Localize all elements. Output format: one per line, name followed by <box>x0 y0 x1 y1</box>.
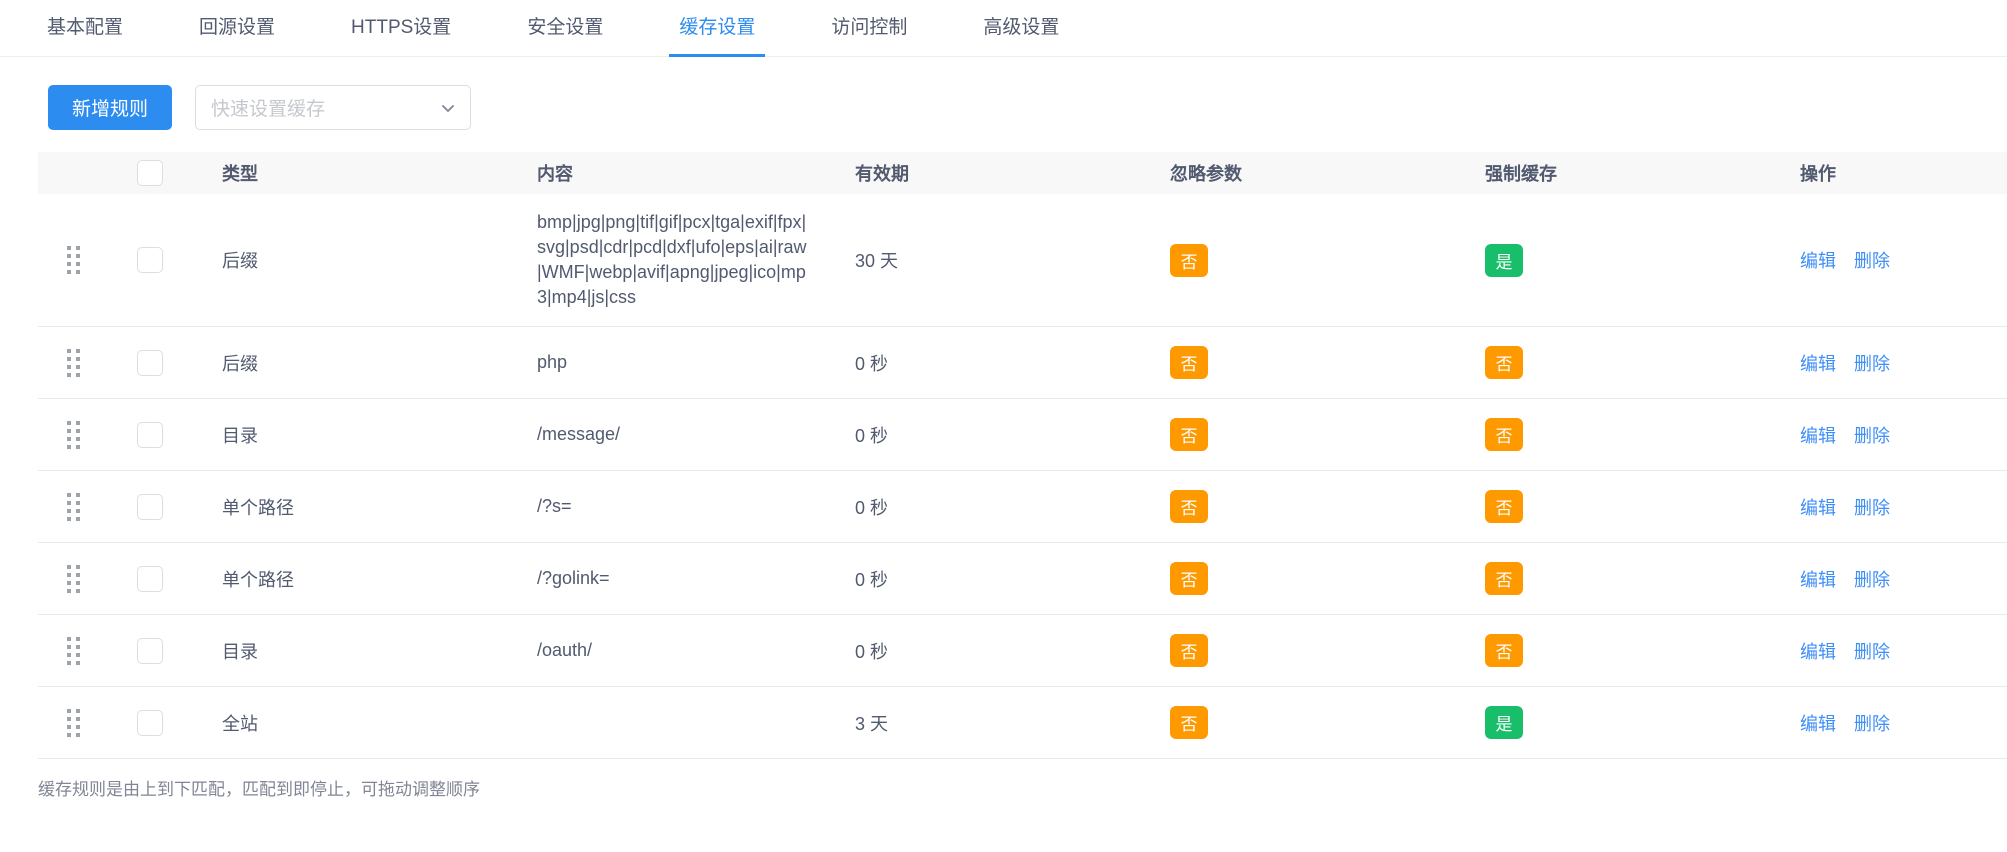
drag-handle-icon[interactable] <box>66 246 80 274</box>
edit-link[interactable]: 编辑 <box>1800 426 1836 446</box>
delete-link[interactable]: 删除 <box>1854 498 1890 518</box>
rule-ttl: 0 秒 <box>855 569 889 590</box>
edit-link[interactable]: 编辑 <box>1800 570 1836 590</box>
table-row: 目录 /message/ 0 秒 否 否 编辑 删除 <box>38 399 2007 471</box>
delete-link[interactable]: 删除 <box>1854 251 1890 271</box>
header-force-cache: 强制缓存 <box>1485 164 1557 184</box>
rule-ttl: 0 秒 <box>855 641 889 662</box>
rule-content: /?golink= <box>537 568 610 588</box>
delete-link[interactable]: 删除 <box>1854 714 1890 734</box>
rule-type: 全站 <box>222 713 258 734</box>
chevron-down-icon <box>442 104 454 112</box>
rule-content: /message/ <box>537 424 621 444</box>
tab-1[interactable]: 回源设置 <box>197 12 277 56</box>
header-type: 类型 <box>222 164 258 184</box>
rule-content: /?s= <box>537 496 572 516</box>
edit-link[interactable]: 编辑 <box>1800 714 1836 734</box>
rule-content <box>508 707 826 739</box>
row-checkbox[interactable] <box>137 247 163 273</box>
ignore-params-badge: 否 <box>1170 490 1208 523</box>
rule-type: 后缀 <box>222 353 258 374</box>
drag-handle-icon[interactable] <box>66 636 80 665</box>
tab-bar: 基本配置 回源设置 HTTPS设置 安全设置 缓存设置 访问控制 高级设置 <box>0 0 2007 57</box>
table-row: 单个路径 /?s= 0 秒 否 否 编辑 删除 <box>38 471 2007 543</box>
force-cache-badge: 否 <box>1485 634 1523 667</box>
quick-cache-select-placeholder: 快速设置缓存 <box>211 99 326 120</box>
edit-link[interactable]: 编辑 <box>1800 642 1836 662</box>
rule-content: php <box>537 352 568 372</box>
row-checkbox[interactable] <box>137 565 163 592</box>
tab-3[interactable]: 安全设置 <box>525 12 605 56</box>
row-checkbox[interactable] <box>137 637 163 664</box>
ignore-params-badge: 否 <box>1170 706 1208 739</box>
drag-handle-icon[interactable] <box>66 708 80 737</box>
force-cache-badge: 是 <box>1485 706 1523 739</box>
row-checkbox[interactable] <box>137 349 163 376</box>
tab-0[interactable]: 基本配置 <box>45 12 125 56</box>
ignore-params-badge: 否 <box>1170 243 1208 277</box>
drag-handle-icon[interactable] <box>66 420 80 449</box>
header-content: 内容 <box>537 164 573 184</box>
edit-link[interactable]: 编辑 <box>1800 251 1836 271</box>
force-cache-badge: 是 <box>1485 243 1523 277</box>
rule-ttl: 30 天 <box>855 251 899 271</box>
delete-link[interactable]: 删除 <box>1854 354 1890 374</box>
force-cache-badge: 否 <box>1485 490 1523 523</box>
row-checkbox[interactable] <box>137 421 163 448</box>
rule-ttl: 0 秒 <box>855 425 889 446</box>
row-checkbox[interactable] <box>137 709 163 736</box>
rule-type: 目录 <box>222 425 258 446</box>
header-actions: 操作 <box>1800 164 1836 184</box>
delete-link[interactable]: 删除 <box>1854 426 1890 446</box>
edit-link[interactable]: 编辑 <box>1800 498 1836 518</box>
table-row: 后缀 bmp|jpg|png|tif|gif|pcx|tga|exif|fpx|… <box>38 194 2007 327</box>
rules-hint-text: 缓存规则是由上到下匹配，匹配到即停止，可拖动调整顺序 <box>38 780 480 799</box>
rule-type: 后缀 <box>222 251 258 271</box>
drag-handle-icon[interactable] <box>66 492 80 521</box>
quick-cache-select[interactable]: 快速设置缓存 <box>195 85 471 130</box>
rule-ttl: 0 秒 <box>855 353 889 374</box>
header-ttl: 有效期 <box>855 164 909 184</box>
tab-6[interactable]: 高级设置 <box>981 12 1061 56</box>
row-checkbox[interactable] <box>137 493 163 520</box>
edit-link[interactable]: 编辑 <box>1800 354 1836 374</box>
table-row: 目录 /oauth/ 0 秒 否 否 编辑 删除 <box>38 615 2007 687</box>
rule-ttl: 3 天 <box>855 713 889 734</box>
tab-2[interactable]: HTTPS设置 <box>349 12 453 56</box>
table-header: 类型 内容 有效期 忽略参数 强制缓存 操作 <box>38 152 2007 194</box>
ignore-params-badge: 否 <box>1170 418 1208 451</box>
header-ignore-params: 忽略参数 <box>1170 164 1242 184</box>
rule-content: bmp|jpg|png|tif|gif|pcx|tga|exif|fpx|svg… <box>537 212 807 307</box>
rule-content: /oauth/ <box>537 640 593 660</box>
force-cache-badge: 否 <box>1485 562 1523 595</box>
rule-type: 单个路径 <box>222 497 294 518</box>
cache-rules-table: 类型 内容 有效期 忽略参数 强制缓存 操作 后缀 bmp|jpg|png|ti… <box>38 152 2007 759</box>
rule-type: 目录 <box>222 641 258 662</box>
table-row: 全站 3 天 否 是 编辑 删除 <box>38 687 2007 759</box>
add-rule-button[interactable]: 新增规则 <box>48 85 172 130</box>
rule-ttl: 0 秒 <box>855 497 889 518</box>
ignore-params-badge: 否 <box>1170 634 1208 667</box>
toolbar: 新增规则 快速设置缓存 <box>48 85 2007 130</box>
ignore-params-badge: 否 <box>1170 346 1208 379</box>
drag-handle-icon[interactable] <box>66 564 80 593</box>
select-all-checkbox[interactable] <box>137 160 163 186</box>
tab-4[interactable]: 缓存设置 <box>669 12 766 57</box>
force-cache-badge: 否 <box>1485 418 1523 451</box>
cache-settings-page: 基本配置 回源设置 HTTPS设置 安全设置 缓存设置 访问控制 高级设置 新增规则 快速设… <box>0 0 2007 852</box>
delete-link[interactable]: 删除 <box>1854 642 1890 662</box>
force-cache-badge: 否 <box>1485 346 1523 379</box>
delete-link[interactable]: 删除 <box>1854 570 1890 590</box>
tab-5[interactable]: 访问控制 <box>829 12 909 56</box>
ignore-params-badge: 否 <box>1170 562 1208 595</box>
table-row: 后缀 php 0 秒 否 否 编辑 删除 <box>38 327 2007 399</box>
drag-handle-icon[interactable] <box>66 348 80 377</box>
table-row: 单个路径 /?golink= 0 秒 否 否 编辑 删除 <box>38 543 2007 615</box>
table-body: 后缀 bmp|jpg|png|tif|gif|pcx|tga|exif|fpx|… <box>38 194 2007 759</box>
rule-type: 单个路径 <box>222 569 294 590</box>
